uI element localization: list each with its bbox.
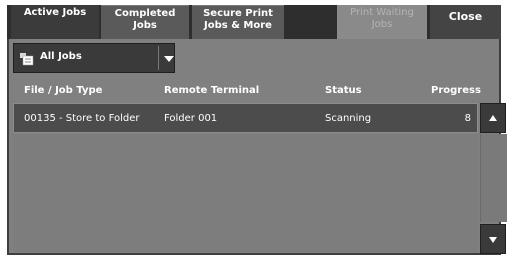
dropdown-separator	[158, 46, 159, 70]
scroll-up-button[interactable]	[480, 103, 506, 133]
tab-print-waiting-label: Print Waiting Jobs	[350, 7, 414, 30]
tab-active-jobs[interactable]: Active Jobs	[11, 5, 99, 39]
row-file-job-type: 00135 - Store to Folder	[24, 113, 140, 124]
scroll-down-button[interactable]	[480, 224, 506, 254]
job-filter-dropdown[interactable]: All Jobs	[13, 43, 175, 73]
column-header-progress: Progress	[431, 85, 481, 96]
triangle-down-icon	[489, 237, 497, 243]
close-button-label: Close	[448, 10, 483, 23]
table-row[interactable]: 00135 - Store to Folder Folder 001 Scann…	[13, 103, 478, 133]
chevron-down-icon	[164, 56, 174, 62]
job-filter-selected: All Jobs	[40, 51, 82, 62]
tab-completed-jobs[interactable]: Completed Jobs	[101, 5, 189, 39]
column-header-file-job-type: File / Job Type	[24, 85, 103, 96]
column-header-status: Status	[325, 85, 362, 96]
job-list-empty-area	[13, 134, 478, 252]
tab-secure-print-label: Secure Print Jobs & More	[203, 8, 273, 31]
row-status: Scanning	[325, 113, 372, 124]
tab-print-waiting-jobs[interactable]: Print Waiting Jobs	[337, 5, 427, 39]
row-remote-terminal: Folder 001	[164, 113, 218, 124]
triangle-up-icon	[489, 115, 497, 121]
tab-active-jobs-label: Active Jobs	[23, 7, 87, 18]
scrollbar-track[interactable]	[480, 134, 507, 222]
close-button[interactable]: Close	[430, 5, 501, 39]
job-list-icon	[20, 53, 34, 66]
column-header-remote-terminal: Remote Terminal	[164, 85, 260, 96]
tab-secure-print[interactable]: Secure Print Jobs & More	[192, 5, 284, 39]
row-progress: 8	[464, 113, 471, 124]
tab-completed-jobs-label: Completed Jobs	[114, 8, 176, 31]
